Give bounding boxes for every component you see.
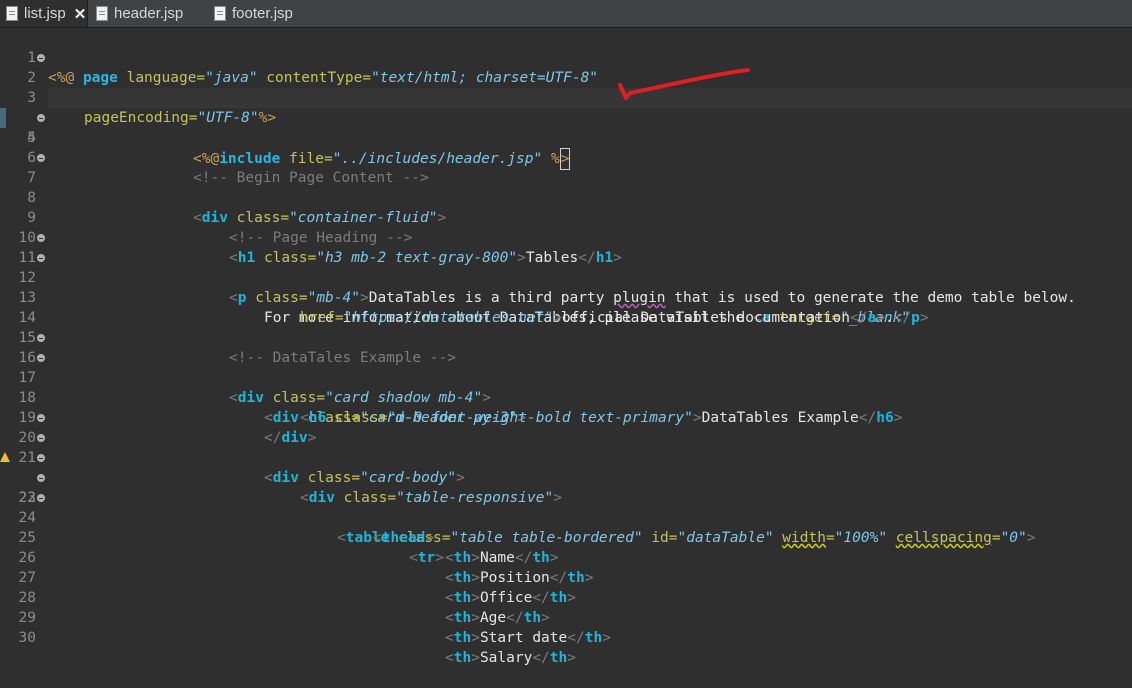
fold-toggle-icon[interactable] — [37, 354, 45, 362]
code-line: 5 — [0, 108, 1132, 146]
code-line: 26 <th>Position</th> — [0, 528, 1132, 586]
code-line: 4 <%@include file="../includes/header.js… — [0, 88, 1132, 170]
line-number: 30 — [18, 630, 36, 646]
tab-label: footer.jsp — [232, 5, 293, 22]
code-line: 29 <th>Start date</th> — [0, 588, 1132, 646]
code-line: 23 <thead> — [0, 468, 1132, 546]
html-tag: th — [549, 650, 568, 666]
code-line: 3 — [0, 68, 1132, 106]
code-line: 22 <table class="table table-bordered" i… — [0, 448, 1132, 546]
code-line: 12 For more information about DataTables… — [0, 248, 1132, 326]
warning-icon[interactable] — [0, 452, 10, 462]
code-line: 17 <div class="card-header py-3"> — [0, 348, 1132, 426]
html-tag: th — [453, 630, 472, 646]
fold-toggle-icon[interactable] — [37, 154, 45, 162]
red-checkmark-annotation — [618, 68, 750, 100]
code-line: 8 — [0, 168, 1132, 206]
fold-toggle-icon[interactable] — [37, 474, 45, 482]
code-line: 16 <div class="card shadow mb-4"> — [0, 328, 1132, 406]
code-line: 19 </div> — [0, 388, 1132, 446]
fold-toggle-icon[interactable] — [37, 54, 45, 62]
code-line: 1 <%@ page language="java" contentType="… — [0, 28, 1132, 86]
html-tag: th — [453, 650, 472, 666]
code-line: 30 <th>Salary</th> — [0, 608, 1132, 666]
code-line: 14 — [0, 288, 1132, 326]
code-line: 10 <h1 class="h3 mb-2 text-gray-800">Tab… — [0, 208, 1132, 266]
code-line: 21 <div class="table-responsive"> — [0, 428, 1132, 506]
code-line: 9 <!-- Page Heading --> — [0, 188, 1132, 246]
fold-toggle-icon[interactable] — [37, 414, 45, 422]
fold-toggle-icon[interactable] — [37, 334, 45, 342]
jsp-file-icon — [96, 6, 108, 21]
fold-toggle-icon[interactable] — [37, 114, 45, 122]
fold-toggle-icon[interactable] — [37, 454, 45, 462]
code-line: 27 <th>Office</th> — [0, 548, 1132, 606]
code-line: 24 <tr> — [0, 488, 1132, 566]
code-line: 20 <div class="card-body"> — [0, 408, 1132, 486]
tab-label: header.jsp — [114, 5, 184, 22]
tab-list-jsp[interactable]: list.jsp ✕ — [0, 0, 88, 27]
code-line: 7 <div class="container-fluid"> — [0, 148, 1132, 226]
code-line: 18 <h6 class="m-0 font-weight-bold text-… — [0, 368, 1132, 426]
code-line: 6 <!-- Begin Page Content --> — [0, 128, 1132, 186]
code-editor[interactable]: 1 <%@ page language="java" contentType="… — [0, 28, 1132, 666]
code-line: 28 <th>Age</th> — [0, 568, 1132, 626]
tab-header-jsp[interactable]: header.jsp — [96, 0, 183, 27]
jsp-file-icon — [6, 6, 18, 21]
fold-toggle-icon[interactable] — [37, 494, 45, 502]
text-content: Salary — [479, 650, 533, 666]
editor-tab-bar: list.jsp ✕ header.jsp footer.jsp — [0, 0, 1132, 28]
close-icon[interactable]: ✕ — [74, 5, 87, 23]
text-content: Start date — [479, 630, 568, 646]
fold-toggle-icon[interactable] — [37, 234, 45, 242]
html-tag: th — [584, 630, 603, 646]
code-line: 15 <!-- DataTales Example --> — [0, 308, 1132, 366]
tab-label: list.jsp — [24, 5, 66, 22]
code-line: 2 pageEncoding="UTF-8"%> — [0, 48, 1132, 126]
code-line: 25 <th>Name</th> — [0, 508, 1132, 566]
fold-toggle-icon[interactable] — [37, 254, 45, 262]
fold-toggle-icon[interactable] — [37, 434, 45, 442]
code-line: 11 <p class="mb-4">DataTables is a third… — [0, 228, 1132, 306]
jsp-file-icon — [214, 6, 226, 21]
tab-footer-jsp[interactable]: footer.jsp — [214, 0, 293, 27]
code-line: 13 href="https://datatables.net">officia… — [0, 268, 1132, 326]
